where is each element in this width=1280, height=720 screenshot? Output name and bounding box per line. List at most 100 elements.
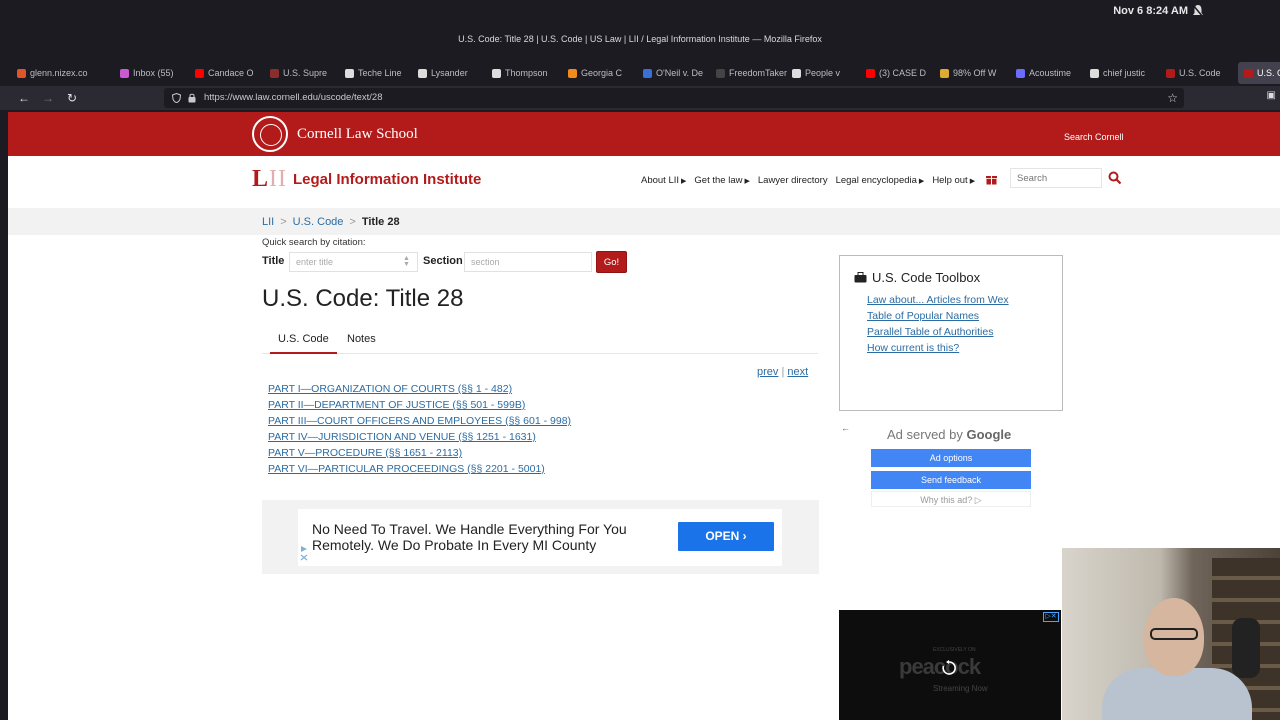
lii-nav-item[interactable]: Get the law ▶ bbox=[694, 175, 749, 186]
title-input[interactable]: enter title bbox=[289, 252, 418, 272]
ad-open-button[interactable]: OPEN › bbox=[678, 522, 774, 551]
browser-tab[interactable]: FreedomTaker bbox=[716, 62, 787, 84]
toolbox-link[interactable]: Law about... Articles from Wex bbox=[867, 292, 1009, 308]
browser-tab[interactable]: Candace O bbox=[195, 62, 254, 84]
cornell-law-school-link[interactable]: Cornell Law School bbox=[297, 126, 418, 143]
breadcrumb-separator: > bbox=[280, 216, 287, 228]
tab-label: Inbox (55) bbox=[133, 68, 174, 78]
browser-tab[interactable]: (3) CASE D bbox=[866, 62, 926, 84]
section-input[interactable]: section bbox=[464, 252, 592, 272]
part-link[interactable]: PART III—COURT OFFICERS AND EMPLOYEES (§… bbox=[268, 413, 571, 429]
presenter-glasses bbox=[1150, 628, 1198, 640]
breadcrumb: LII > U.S. Code > Title 28 bbox=[262, 216, 400, 228]
browser-tab[interactable]: Teche Line bbox=[345, 62, 402, 84]
part-link[interactable]: PART VI—PARTICULAR PROCEEDINGS (§§ 2201 … bbox=[268, 461, 571, 477]
lii-logo[interactable]: LII Legal Information Institute bbox=[252, 167, 482, 191]
lock-icon[interactable] bbox=[188, 93, 196, 103]
cornell-header: Cornell Law School Search Cornell bbox=[8, 112, 1280, 156]
tracking-shield-icon[interactable] bbox=[172, 93, 181, 103]
tab-label: U.S. Supre bbox=[283, 68, 328, 78]
breadcrumb-bar: LII > U.S. Code > Title 28 bbox=[8, 208, 1280, 235]
tab-favicon-icon bbox=[270, 68, 279, 78]
forward-icon[interactable]: → bbox=[40, 90, 56, 106]
search-icon[interactable] bbox=[1108, 171, 1122, 185]
toolbox-link[interactable]: How current is this? bbox=[867, 340, 1009, 356]
pocket-icon[interactable]: ▣ bbox=[1267, 90, 1276, 101]
back-icon[interactable]: ← bbox=[16, 90, 32, 106]
part-link[interactable]: PART V—PROCEDURE (§§ 1651 - 2113) bbox=[268, 445, 571, 461]
browser-tab[interactable]: O'Neil v. De bbox=[643, 62, 703, 84]
browser-tab[interactable]: glenn.nizex.co bbox=[17, 62, 88, 84]
gift-icon[interactable] bbox=[986, 174, 997, 185]
go-button[interactable]: Go! bbox=[596, 251, 627, 273]
lii-header: LII Legal Information Institute About LI… bbox=[8, 156, 1280, 208]
bookmark-star-icon[interactable]: ☆ bbox=[1167, 91, 1178, 105]
close-ad-icon[interactable]: ▷✕ bbox=[1043, 612, 1059, 622]
os-top-bar: Nov 6 8:24 AM bbox=[0, 0, 1280, 24]
tab-us-code[interactable]: U.S. Code bbox=[270, 333, 337, 354]
lii-nav-item[interactable]: Legal encyclopedia ▶ bbox=[836, 175, 925, 186]
pager-separator: | bbox=[781, 366, 785, 378]
cornell-seal-icon[interactable] bbox=[252, 116, 288, 152]
title-spinner-icon[interactable]: ▲ ▼ bbox=[403, 255, 411, 268]
lii-nav-label: Legal encyclopedia bbox=[835, 175, 917, 186]
browser-tab[interactable]: Inbox (55) bbox=[120, 62, 174, 84]
left-window-edge bbox=[0, 112, 8, 720]
search-cornell-link[interactable]: Search Cornell bbox=[1064, 132, 1124, 142]
browser-tab[interactable]: People v bbox=[792, 62, 840, 84]
tab-favicon-icon bbox=[492, 68, 501, 78]
part-link[interactable]: PART II—DEPARTMENT OF JUSTICE (§§ 501 - … bbox=[268, 397, 571, 413]
toolbox-link[interactable]: Parallel Table of Authorities bbox=[867, 324, 1009, 340]
tab-label: People v bbox=[805, 68, 841, 78]
notifications-muted-icon[interactable] bbox=[1192, 4, 1204, 18]
ad-text[interactable]: No Need To Travel. We Handle Everything … bbox=[312, 521, 662, 553]
caret-right-icon: ▶ bbox=[744, 178, 750, 185]
breadcrumb-lii[interactable]: LII bbox=[262, 216, 274, 228]
tab-favicon-icon bbox=[195, 68, 204, 78]
browser-tab[interactable]: 98% Off W bbox=[940, 62, 996, 84]
browser-tab[interactable]: Thompson bbox=[492, 62, 548, 84]
url-text[interactable]: https://www.law.cornell.edu/uscode/text/… bbox=[204, 92, 383, 103]
reload-icon[interactable]: ↻ bbox=[64, 90, 80, 106]
browser-tab[interactable]: chief justic bbox=[1090, 62, 1145, 84]
browser-tab[interactable]: U.S. Co bbox=[1238, 62, 1280, 84]
ad-open-label: OPEN bbox=[705, 529, 740, 543]
part-link[interactable]: PART IV—JURISDICTION AND VENUE (§§ 1251 … bbox=[268, 429, 571, 445]
video-ad-exclusive: EXCLUSIVELY ON bbox=[933, 647, 976, 653]
tab-favicon-icon bbox=[940, 68, 949, 78]
ad-served-by: Ad served by Google bbox=[887, 427, 1012, 442]
microphone bbox=[1232, 618, 1260, 678]
browser-tab[interactable]: U.S. Supre bbox=[270, 62, 327, 84]
prev-link[interactable]: prev bbox=[757, 366, 778, 378]
lii-nav-item[interactable]: About LII ▶ bbox=[641, 175, 686, 186]
tab-label: (3) CASE D bbox=[879, 68, 927, 78]
lii-nav-item[interactable]: Help out ▶ bbox=[932, 175, 975, 186]
toolbox-link[interactable]: Table of Popular Names bbox=[867, 308, 1009, 324]
tab-label: Lysander bbox=[431, 68, 468, 78]
lii-title: Legal Information Institute bbox=[293, 170, 482, 188]
ad-choices-icon[interactable] bbox=[300, 545, 308, 561]
system-clock[interactable]: Nov 6 8:24 AM bbox=[1113, 5, 1188, 17]
send-feedback-button[interactable]: Send feedback bbox=[871, 471, 1031, 489]
video-ad[interactable]: EXCLUSIVELY ON peacock Streaming Now ▷✕ bbox=[839, 610, 1061, 720]
browser-tab[interactable]: Lysander bbox=[418, 62, 468, 84]
browser-tab[interactable]: Georgia C bbox=[568, 62, 622, 84]
tab-notes[interactable]: Notes bbox=[347, 333, 376, 354]
lii-nav-label: Help out bbox=[932, 175, 968, 186]
browser-tab[interactable]: Acoustime bbox=[1016, 62, 1071, 84]
tab-label: O'Neil v. De bbox=[656, 68, 704, 78]
ad-banner-content[interactable]: No Need To Travel. We Handle Everything … bbox=[298, 509, 782, 566]
lii-nav-item[interactable]: Lawyer directory bbox=[758, 175, 828, 186]
lii-search-input[interactable] bbox=[1010, 168, 1102, 188]
ad-back-icon[interactable]: ← bbox=[841, 423, 850, 433]
replay-icon[interactable] bbox=[941, 660, 957, 676]
next-link[interactable]: next bbox=[787, 366, 808, 378]
tab-favicon-icon bbox=[866, 68, 875, 78]
ad-options-button[interactable]: Ad options bbox=[871, 449, 1031, 467]
part-link[interactable]: PART I—ORGANIZATION OF COURTS (§§ 1 - 48… bbox=[268, 381, 571, 397]
browser-tab[interactable]: U.S. Code bbox=[1166, 62, 1221, 84]
tab-label: Candace O bbox=[208, 68, 254, 78]
why-this-ad-button[interactable]: Why this ad? ▷ bbox=[871, 491, 1031, 507]
breadcrumb-us-code[interactable]: U.S. Code bbox=[293, 216, 344, 228]
url-bar[interactable]: https://www.law.cornell.edu/uscode/text/… bbox=[164, 88, 1184, 108]
